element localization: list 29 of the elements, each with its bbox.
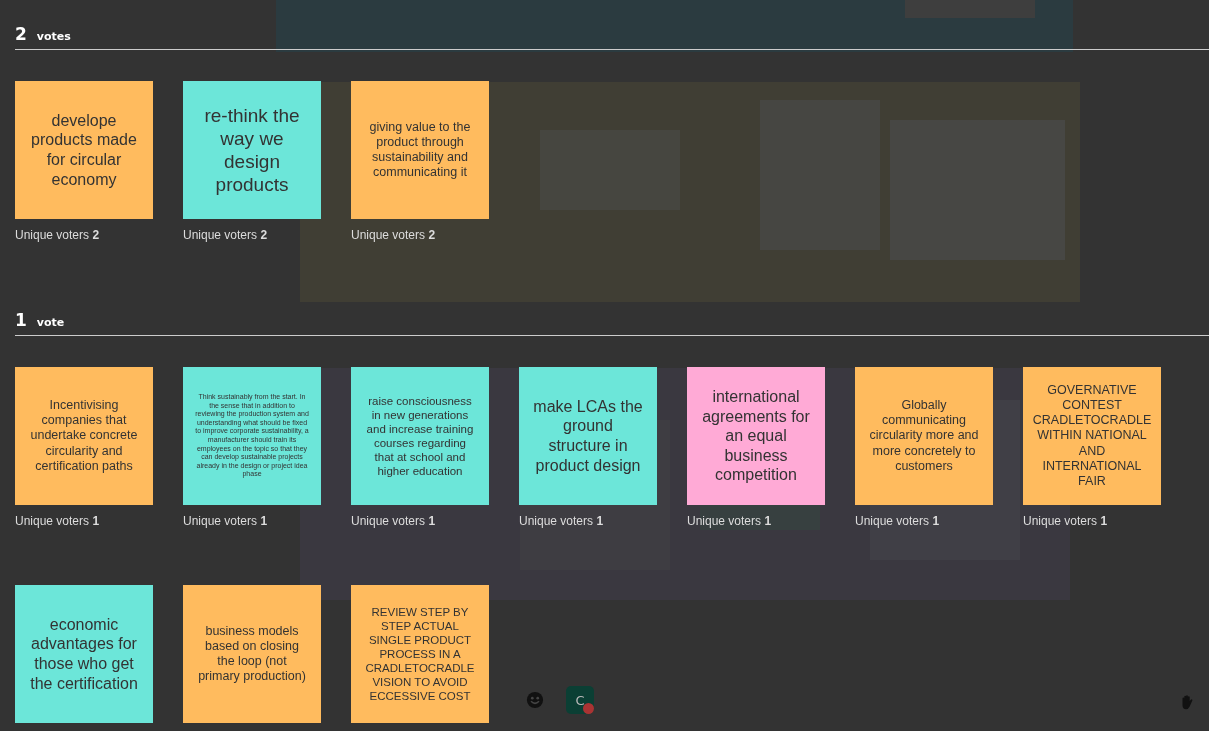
unique-voters-label: Unique voters 2 (183, 228, 269, 242)
unique-voters-label: Unique voters 1 (15, 514, 101, 528)
sticky-note[interactable]: international agreements for an equal business competition (687, 367, 825, 505)
unique-voters-label: Unique voters 1 (519, 514, 605, 528)
unique-voters-label: Unique voters 1 (1023, 514, 1109, 528)
sticky-note[interactable]: giving value to the product through sustainability and communicating it (351, 81, 489, 219)
sticky-note[interactable]: raise consciousness in new generations and increase training courses regarding that at school and higher education (351, 367, 489, 505)
status-badge (583, 703, 594, 714)
vote-label: vote (36, 316, 65, 329)
sticky-note[interactable]: develope products made for circular economy (15, 81, 153, 219)
user-avatar[interactable]: C (566, 686, 594, 714)
unique-voters-label: Unique voters 1 (687, 514, 773, 528)
smiley-icon[interactable] (526, 691, 544, 709)
unique-voters-label: Unique voters 2 (351, 228, 437, 242)
unique-voters-label: Unique voters 1 (351, 514, 437, 528)
sticky-note[interactable]: Incentivising companies that undertake concrete circularity and certification paths (15, 367, 153, 505)
sticky-note[interactable]: Globally communicating circularity more and more concretely to customers (855, 367, 993, 505)
sticky-note[interactable]: re-think the way we design products (183, 81, 321, 219)
unique-voters-label: Unique voters 1 (183, 514, 269, 528)
unique-voters-label: Unique voters 1 (855, 514, 941, 528)
sticky-note[interactable]: business models based on closing the loop (not primary production) (183, 585, 321, 723)
sticky-note[interactable]: GOVERNATIVE CONTEST CRADLETOCRADLE WITHIN NATIONAL AND INTERNATIONAL FAIR (1023, 367, 1161, 505)
sticky-note[interactable]: REVIEW STEP BY STEP ACTUAL SINGLE PRODUCT PROCESS IN A CRADLETOCRADLE VISION TO AVOID ECCESSIVE COST (351, 585, 489, 723)
sticky-note[interactable]: make LCAs the ground structure in product design (519, 367, 657, 505)
vote-count: 2 (15, 24, 27, 44)
vote-count: 1 (15, 310, 27, 330)
vote-label: votes (36, 30, 71, 43)
sticky-note[interactable]: economic advantages for those who get the certification (15, 585, 153, 723)
unique-voters-label: Unique voters 2 (15, 228, 101, 242)
